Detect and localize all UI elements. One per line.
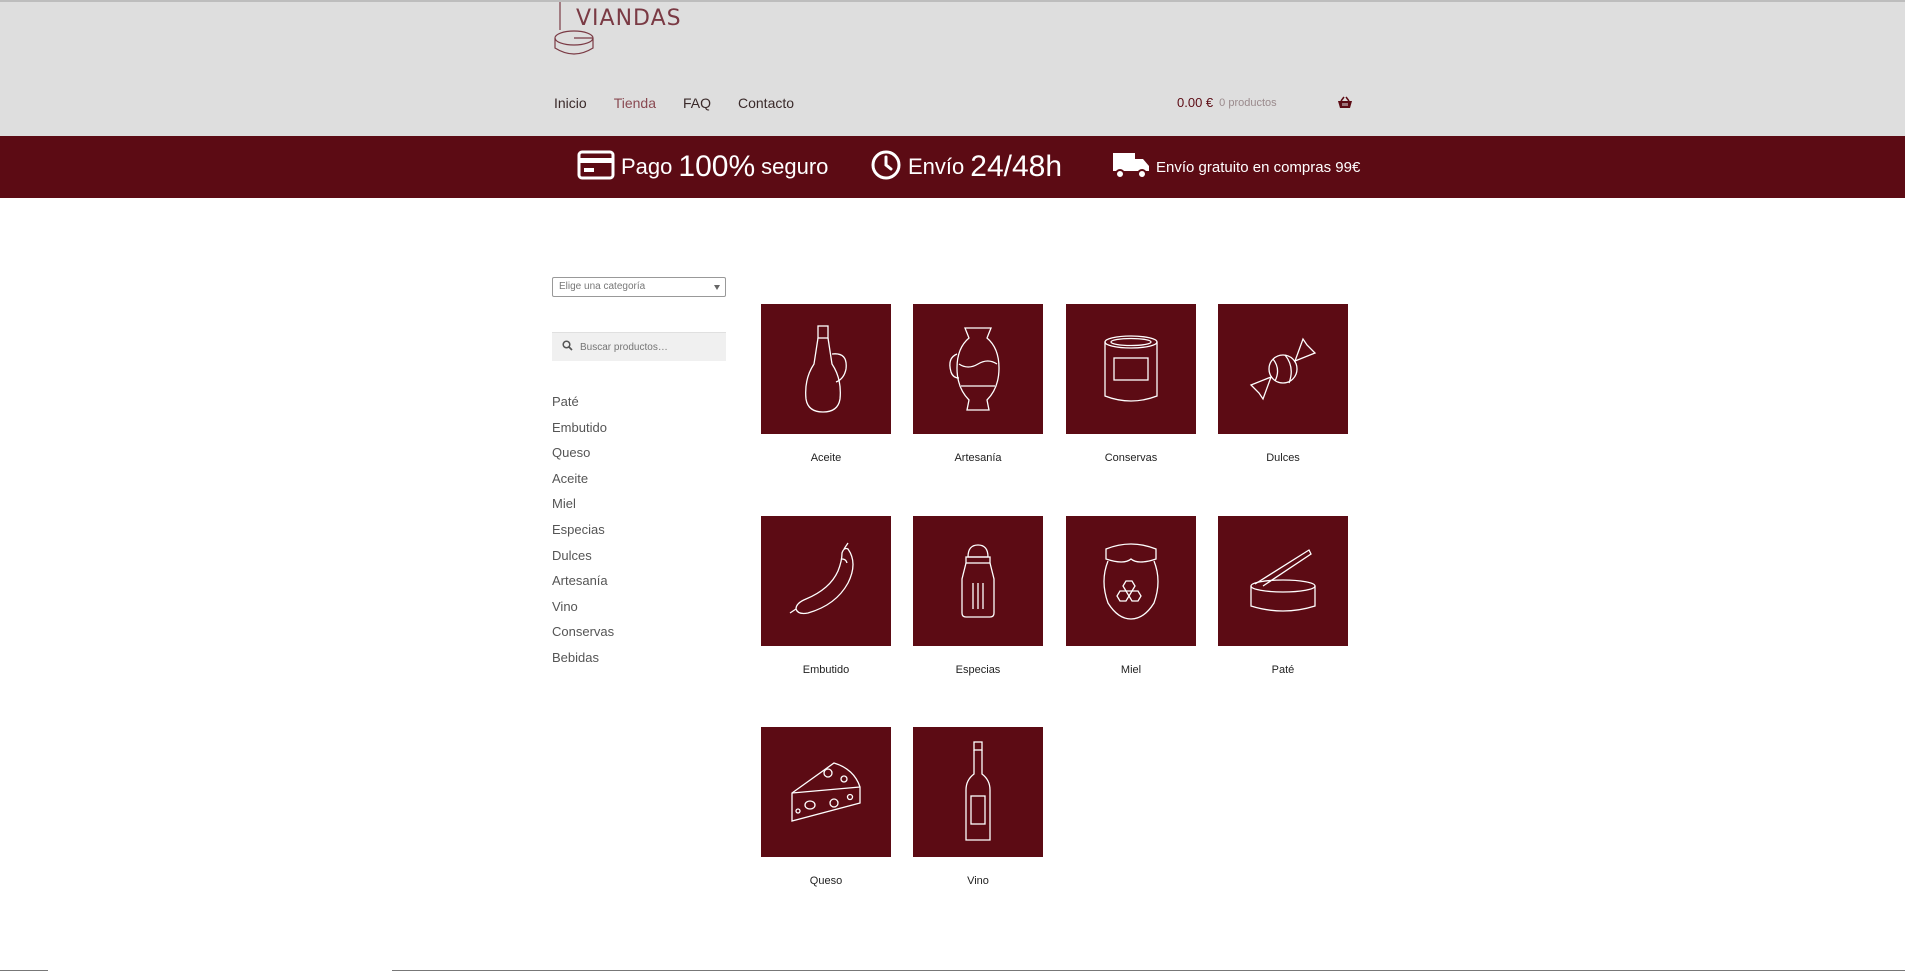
shipping-big: 24/48h bbox=[970, 150, 1063, 183]
search-icon bbox=[562, 338, 573, 356]
salt-shaker-icon bbox=[913, 516, 1043, 646]
category-tile-vino[interactable]: Vino bbox=[913, 727, 1043, 887]
payment-post: seguro bbox=[761, 154, 829, 179]
shop-sidebar: Elige una categoría Paté Embutido Queso … bbox=[552, 277, 727, 676]
category-tile-dulces[interactable]: Dulces bbox=[1218, 304, 1348, 464]
category-tile-miel[interactable]: Miel bbox=[1066, 516, 1196, 676]
category-tile-queso[interactable]: Queso bbox=[761, 727, 891, 887]
truck-icon bbox=[1112, 150, 1150, 185]
free-shipping: Envío gratuito en compras 99€ bbox=[1112, 136, 1360, 198]
category-select[interactable]: Elige una categoría bbox=[552, 277, 726, 297]
tile-label: Paté bbox=[1271, 664, 1295, 676]
pate-tin-icon bbox=[1218, 516, 1348, 646]
divider bbox=[0, 970, 48, 971]
category-link[interactable]: Conservas bbox=[552, 624, 727, 650]
category-link[interactable]: Vino bbox=[552, 599, 727, 625]
nav-tienda[interactable]: Tienda bbox=[614, 95, 656, 111]
tile-label: Artesanía bbox=[954, 452, 1002, 464]
wine-bottle-icon bbox=[913, 727, 1043, 857]
shipping-pre: Envío bbox=[908, 154, 965, 179]
category-link[interactable]: Bebidas bbox=[552, 650, 727, 676]
category-link[interactable]: Paté bbox=[552, 394, 727, 420]
basket-icon[interactable] bbox=[1337, 96, 1353, 109]
nav-contacto[interactable]: Contacto bbox=[738, 95, 794, 111]
category-tile-embutido[interactable]: Embutido bbox=[761, 516, 891, 676]
cart-count: 0 productos bbox=[1219, 96, 1277, 109]
tile-label: Queso bbox=[809, 875, 843, 887]
clock-icon bbox=[870, 149, 902, 186]
jug-icon bbox=[913, 304, 1043, 434]
logo-text: VIANDAS bbox=[576, 6, 682, 31]
category-link[interactable]: Dulces bbox=[552, 548, 727, 574]
benefits-banner: Pago 100% seguro Envío 24/48h Envío grat… bbox=[0, 136, 1905, 198]
category-link[interactable]: Especias bbox=[552, 522, 727, 548]
site-logo[interactable]: VIANDAS bbox=[552, 2, 682, 60]
category-tile-artesania[interactable]: Artesanía bbox=[913, 304, 1043, 464]
tile-label: Vino bbox=[967, 875, 989, 887]
payment-pre: Pago bbox=[621, 154, 673, 179]
can-icon bbox=[1066, 304, 1196, 434]
oil-bottle-icon bbox=[761, 304, 891, 434]
category-list: Paté Embutido Queso Aceite Miel Especias… bbox=[552, 394, 727, 676]
category-link[interactable]: Embutido bbox=[552, 420, 727, 446]
nav-inicio[interactable]: Inicio bbox=[554, 95, 587, 111]
site-header: VIANDAS Inicio Tienda FAQ Contacto 0.00 … bbox=[0, 0, 1905, 136]
category-tile-especias[interactable]: Especias bbox=[913, 516, 1043, 676]
shipping-time: Envío 24/48h bbox=[870, 136, 1062, 198]
secure-payment: Pago 100% seguro bbox=[577, 136, 828, 198]
honey-jar-icon bbox=[1066, 516, 1196, 646]
tile-label: Dulces bbox=[1266, 452, 1300, 464]
product-search bbox=[552, 332, 726, 361]
divider bbox=[392, 970, 1905, 971]
chevron-down-icon bbox=[714, 285, 720, 290]
category-link[interactable]: Artesanía bbox=[552, 573, 727, 599]
sausage-icon bbox=[761, 516, 891, 646]
category-link[interactable]: Aceite bbox=[552, 471, 727, 497]
search-input[interactable] bbox=[580, 341, 720, 353]
free-shipping-text: Envío gratuito en compras 99€ bbox=[1156, 158, 1361, 176]
main-nav: Inicio Tienda FAQ Contacto bbox=[554, 95, 794, 111]
cart-summary[interactable]: 0.00 € 0 productos bbox=[1177, 95, 1353, 110]
nav-faq[interactable]: FAQ bbox=[683, 95, 711, 111]
credit-card-icon bbox=[577, 150, 615, 185]
tile-label: Especias bbox=[955, 664, 1001, 676]
category-tile-conservas[interactable]: Conservas bbox=[1066, 304, 1196, 464]
category-select-value: Elige una categoría bbox=[559, 281, 646, 292]
candy-icon bbox=[1218, 304, 1348, 434]
cart-amount: 0.00 € bbox=[1177, 95, 1214, 110]
category-link[interactable]: Miel bbox=[552, 496, 727, 522]
category-tile-aceite[interactable]: Aceite bbox=[761, 304, 891, 464]
tile-label: Miel bbox=[1120, 664, 1142, 676]
tile-label: Aceite bbox=[810, 452, 842, 464]
category-tile-pate[interactable]: Paté bbox=[1218, 516, 1348, 676]
payment-big: 100% bbox=[678, 150, 756, 183]
tile-label: Conservas bbox=[1104, 452, 1158, 464]
tile-label: Embutido bbox=[802, 664, 850, 676]
category-link[interactable]: Queso bbox=[552, 445, 727, 471]
cheese-icon bbox=[761, 727, 891, 857]
